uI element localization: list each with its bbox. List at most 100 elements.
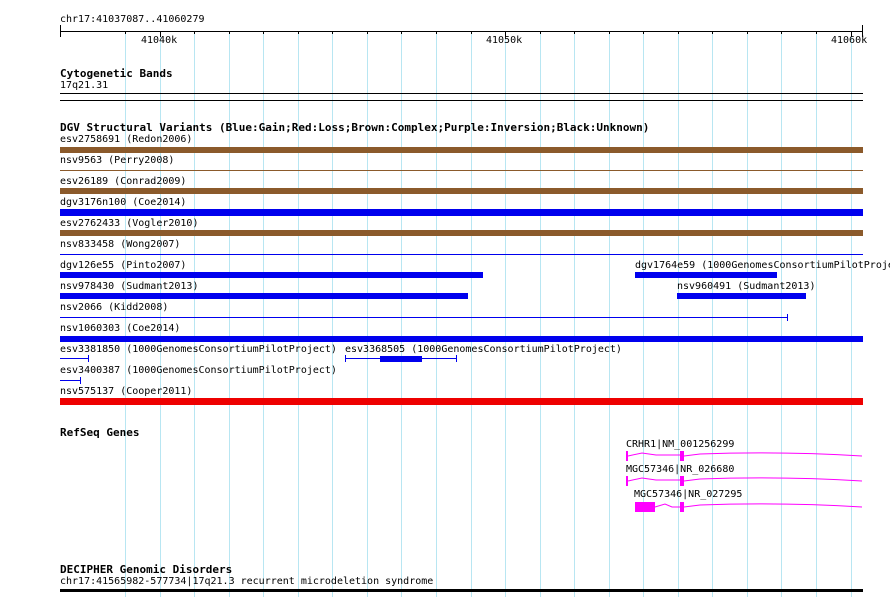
ruler-minor-tick — [401, 31, 402, 34]
refseq-track-title[interactable]: RefSeq Genes — [60, 427, 139, 439]
ruler-minor-tick — [298, 31, 299, 34]
grid-line — [298, 32, 299, 597]
variant-label: dgv126e55 (Pinto2007) — [60, 260, 187, 271]
grid-line — [229, 32, 230, 597]
variant-label: nsv2066 (Kidd2008) — [60, 302, 169, 313]
grid-line — [574, 32, 575, 597]
variant-feature-gain[interactable] — [60, 380, 81, 381]
variant-label: esv26189 (Conrad2009) — [60, 176, 187, 187]
variant-feature-core[interactable] — [380, 356, 422, 362]
ruler-minor-tick — [712, 31, 713, 34]
grid-line — [263, 32, 264, 597]
gene-exon — [680, 451, 684, 461]
variant-feature-gain[interactable] — [60, 254, 863, 255]
ruler-minor-tick — [471, 31, 472, 34]
ruler-minor-tick — [194, 31, 195, 34]
ruler-minor-tick — [609, 31, 610, 34]
variant-label: esv3368505 (1000GenomesConsortiumPilotPr… — [345, 344, 622, 355]
variant-label: nsv9563 (Perry2008) — [60, 155, 175, 166]
ruler-minor-tick — [436, 31, 437, 34]
variant-feature-end-cap — [456, 355, 457, 362]
ruler-minor-tick — [367, 31, 368, 34]
ruler-minor-tick — [574, 31, 575, 34]
variant-label: nsv978430 (Sudmant2013) — [60, 281, 199, 292]
ruler-minor-tick — [678, 31, 679, 34]
variant-feature-loss[interactable] — [60, 398, 863, 405]
grid-line — [540, 32, 541, 597]
grid-line — [194, 32, 195, 597]
cytoband-label: 17q21.31 — [60, 80, 109, 91]
gene-exon — [635, 502, 655, 512]
grid-line — [332, 32, 333, 597]
variant-feature-gain[interactable] — [60, 293, 468, 299]
variant-feature-end-cap — [80, 377, 81, 384]
variant-label: nsv960491 (Sudmant2013) — [677, 281, 816, 292]
gene-exon — [626, 476, 628, 486]
ruler-tick-label: 41040k — [141, 35, 178, 46]
decipher-feature[interactable] — [60, 589, 863, 592]
variant-feature-end-cap — [88, 355, 89, 362]
gene-exon — [680, 476, 684, 486]
grid-line — [401, 32, 402, 597]
gene-intron — [654, 503, 680, 508]
cytoband-border-bottom — [60, 100, 863, 101]
dgv-track-title[interactable]: DGV Structural Variants (Blue:Gain;Red:L… — [60, 122, 649, 134]
grid-line — [471, 32, 472, 597]
variant-feature-gain[interactable] — [60, 317, 788, 318]
ruler-tick-label: 41060k — [831, 35, 868, 46]
cytoband-border-top — [60, 93, 863, 94]
gene-intron — [627, 477, 680, 482]
variant-feature-complex[interactable] — [60, 230, 863, 236]
variant-label: nsv833458 (Wong2007) — [60, 239, 181, 250]
ruler-minor-tick — [781, 31, 782, 34]
gene-model-mgc57346-a[interactable] — [620, 474, 865, 490]
variant-label: nsv575137 (Cooper2011) — [60, 386, 193, 397]
gene-intron — [683, 452, 863, 457]
variant-feature-complex[interactable] — [60, 188, 863, 194]
variant-label: esv2758691 (Redon2006) — [60, 134, 193, 145]
variant-feature-gain[interactable] — [635, 272, 777, 278]
ruler-minor-tick — [229, 31, 230, 34]
gene-model-crhr1[interactable] — [620, 448, 865, 464]
variant-label: nsv1060303 (Coe2014) — [60, 323, 181, 334]
ruler-minor-tick — [816, 31, 817, 34]
gene-intron — [683, 477, 863, 482]
variant-feature-gain[interactable] — [60, 336, 863, 342]
ruler-minor-tick — [540, 31, 541, 34]
ruler-minor-tick — [332, 31, 333, 34]
variant-feature-end-cap — [787, 314, 788, 321]
variant-label: esv3381850 (1000GenomesConsortiumPilotPr… — [60, 344, 337, 355]
ruler-axis — [60, 31, 863, 32]
gene-intron — [627, 452, 680, 457]
variant-label: dgv1764e59 (1000GenomesConsortiumPilotPr… — [635, 260, 890, 271]
cytogenetic-track-title[interactable]: Cytogenetic Bands — [60, 68, 173, 80]
gene-intron — [683, 503, 863, 508]
ruler-minor-tick — [643, 31, 644, 34]
ruler-end-tick — [60, 25, 61, 37]
variant-feature-gain[interactable] — [60, 209, 863, 216]
decipher-track-title[interactable]: DECIPHER Genomic Disorders — [60, 564, 232, 576]
location-label: chr17:41037087..41060279 — [60, 14, 205, 25]
variant-feature-gain[interactable] — [677, 293, 806, 299]
variant-feature-gain[interactable] — [60, 272, 483, 278]
variant-label: dgv3176n100 (Coe2014) — [60, 197, 187, 208]
decipher-entry-label: chr17:41565982-577734|17q21.3 recurrent … — [60, 576, 434, 587]
variant-feature-gain[interactable] — [60, 358, 89, 359]
ruler-minor-tick — [125, 31, 126, 34]
variant-label: esv2762433 (Vogler2010) — [60, 218, 199, 229]
grid-line — [609, 32, 610, 597]
variant-feature-complex[interactable] — [60, 147, 863, 153]
ruler-minor-tick — [263, 31, 264, 34]
gene-exon — [680, 502, 684, 512]
grid-line — [160, 32, 161, 597]
genome-browser-view: chr17:41037087..41060279 41040k 41050k 4… — [0, 0, 890, 597]
grid-line — [367, 32, 368, 597]
grid-line — [436, 32, 437, 597]
ruler-tick-label: 41050k — [486, 35, 523, 46]
variant-label: esv3400387 (1000GenomesConsortiumPilotPr… — [60, 365, 337, 376]
variant-feature-complex[interactable] — [60, 170, 863, 171]
variant-feature-end-cap — [345, 355, 346, 362]
grid-line — [505, 32, 506, 597]
gene-model-mgc57346-b[interactable] — [620, 499, 865, 515]
ruler-minor-tick — [747, 31, 748, 34]
